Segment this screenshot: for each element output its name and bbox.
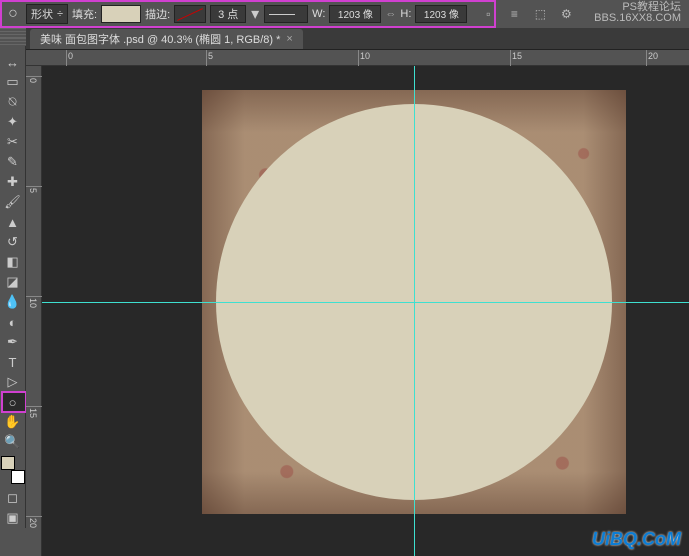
foreground-background-colors[interactable]	[1, 456, 25, 484]
close-icon[interactable]: ×	[286, 33, 292, 45]
stroke-color-swatch[interactable]	[174, 5, 206, 23]
move-tool[interactable]: ↔	[1, 52, 25, 72]
zoom-tool[interactable]: 🔍	[1, 432, 25, 452]
fill-color-swatch[interactable]	[101, 5, 141, 23]
type-tool[interactable]: T	[1, 352, 25, 372]
gradient-tool[interactable]: ◪	[1, 272, 25, 292]
gear-icon[interactable]: ⚙	[557, 5, 575, 23]
path-select-tool[interactable]: ▷	[1, 372, 25, 392]
stamp-tool[interactable]: ▲	[1, 212, 25, 232]
stroke-label: 描边:	[145, 6, 170, 22]
watermark-top: PS教程论坛 BBS.16XX8.COM	[594, 2, 681, 24]
magic-wand-tool[interactable]: ✦	[1, 112, 25, 132]
width-input[interactable]: 1203 像	[329, 5, 381, 23]
chevron-down-icon: ÷	[57, 8, 63, 20]
horizontal-ruler[interactable]: 05101520	[26, 50, 689, 66]
lasso-tool[interactable]: ⍉	[1, 92, 25, 112]
stroke-width-input[interactable]: 3 点	[210, 5, 246, 23]
pen-tool[interactable]: ✒	[1, 332, 25, 352]
path-ops-icon[interactable]: ▫	[479, 5, 497, 23]
ellipse-shape-tool[interactable]: ○	[1, 392, 25, 412]
watermark-bottom: UiBQ.CoM	[592, 529, 681, 550]
fill-label: 填充:	[72, 6, 97, 22]
horizontal-guide[interactable]	[42, 302, 689, 303]
blur-tool[interactable]: 💧	[1, 292, 25, 312]
tool-mode-select[interactable]: 形状 ÷	[26, 4, 68, 24]
eraser-tool[interactable]: ◧	[1, 252, 25, 272]
height-label: H:	[400, 8, 411, 20]
brush-tool[interactable]: 🖌	[1, 192, 25, 212]
tool-highlight-annotation	[1, 391, 27, 413]
link-wh-icon[interactable]: ⇔	[385, 8, 396, 20]
document-tab-bar: 美味 面包图字体 .psd @ 40.3% (椭圆 1, RGB/8) * ×	[0, 28, 689, 50]
document-tab[interactable]: 美味 面包图字体 .psd @ 40.3% (椭圆 1, RGB/8) * ×	[30, 29, 303, 49]
panel-grip[interactable]	[0, 38, 26, 46]
tools-panel: ↔▭⍉✦✂✎✚🖌▲↺◧◪💧◐✒T▷○✋🔍 ◻ ▣	[0, 28, 26, 528]
chevron-down-icon[interactable]: ▾	[250, 5, 260, 23]
tool-mode-label: 形状	[31, 6, 53, 22]
crop-tool[interactable]: ✂	[1, 132, 25, 152]
options-bar: ○ 形状 ÷ 填充: 描边: 3 点 ▾ W: 1203 像 ⇔ H: 1203…	[0, 0, 689, 28]
ellipse-tool-icon: ○	[4, 5, 22, 23]
vertical-ruler[interactable]: 05101520	[26, 66, 42, 556]
eyedropper-tool[interactable]: ✎	[1, 152, 25, 172]
panel-grip[interactable]	[0, 28, 26, 38]
document-tab-title: 美味 面包图字体 .psd @ 40.3% (椭圆 1, RGB/8) *	[40, 31, 280, 47]
options-right-icons: ▫ ≡ ⬚ ⚙	[479, 5, 575, 23]
align-icon[interactable]: ≡	[505, 5, 523, 23]
screen-mode-toggle[interactable]: ▣	[1, 508, 25, 528]
dodge-tool[interactable]: ◐	[1, 312, 25, 332]
vertical-guide[interactable]	[414, 66, 415, 556]
healing-brush-tool[interactable]: ✚	[1, 172, 25, 192]
canvas-area[interactable]	[42, 66, 689, 556]
foreground-color-swatch[interactable]	[1, 456, 15, 470]
stroke-style-select[interactable]	[264, 5, 308, 23]
background-color-swatch[interactable]	[11, 470, 25, 484]
height-input[interactable]: 1203 像	[415, 5, 467, 23]
history-brush-tool[interactable]: ↺	[1, 232, 25, 252]
arrange-icon[interactable]: ⬚	[531, 5, 549, 23]
rect-marquee-tool[interactable]: ▭	[1, 72, 25, 92]
hand-tool[interactable]: ✋	[1, 412, 25, 432]
width-label: W:	[312, 8, 325, 20]
watermark-line2: BBS.16XX8.COM	[594, 13, 681, 24]
quick-mask-toggle[interactable]: ◻	[1, 488, 25, 508]
